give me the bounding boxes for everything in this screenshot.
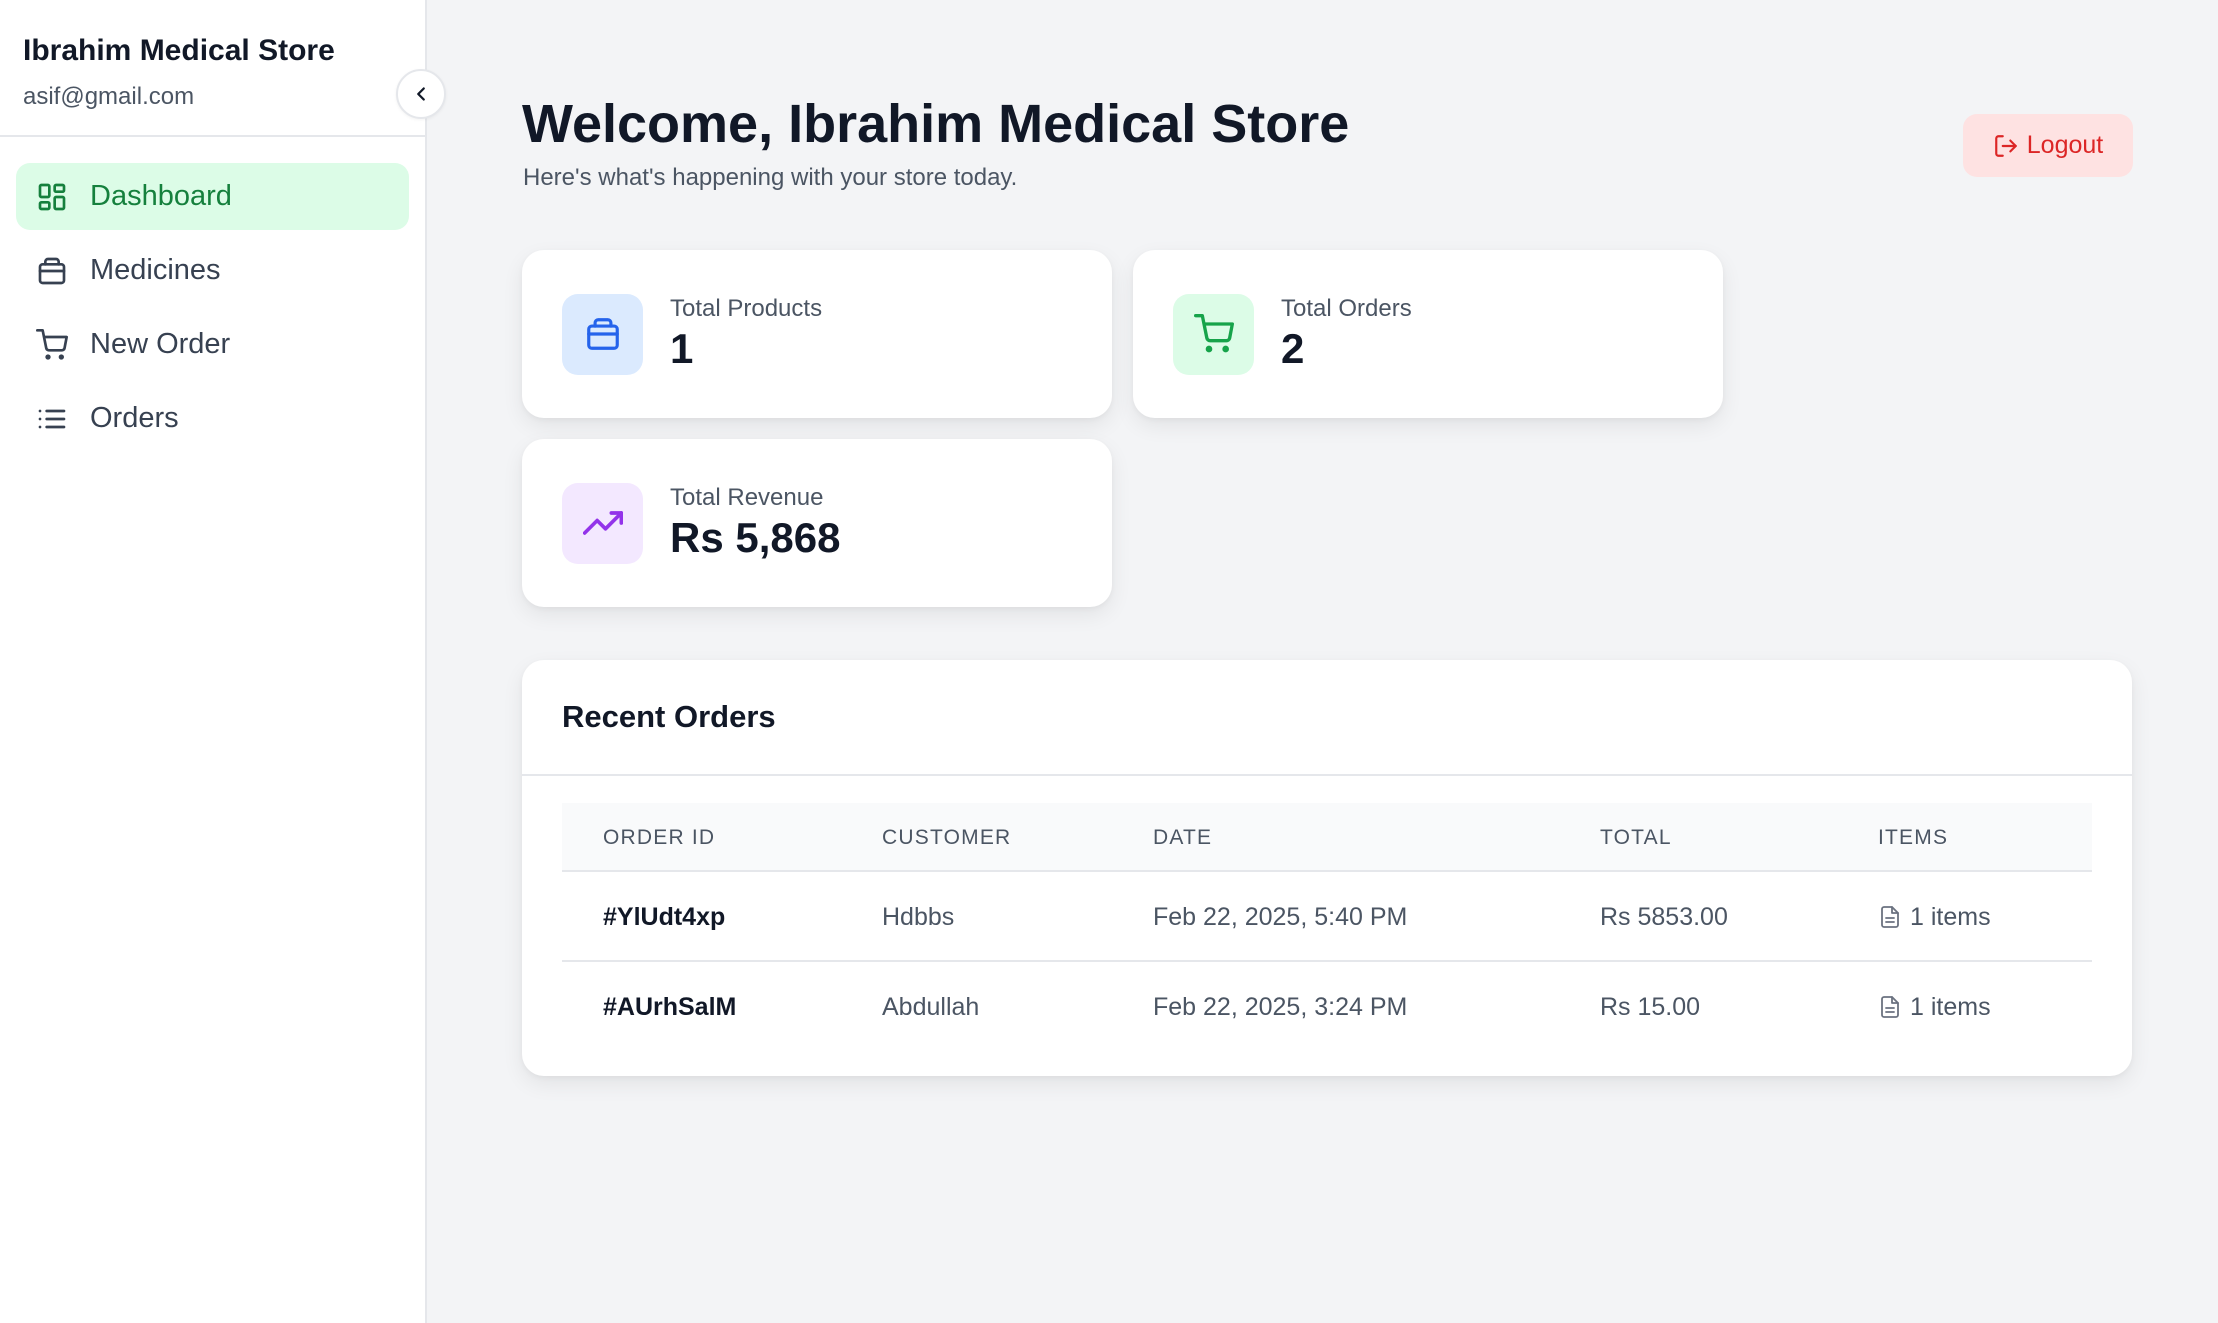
- recent-orders-card: Recent Orders ORDER ID CUSTOMER DATE TOT…: [522, 660, 2132, 1076]
- date-cell: Feb 22, 2025, 5:40 PM: [1153, 902, 1408, 931]
- recent-orders-title: Recent Orders: [522, 660, 2132, 776]
- stat-label: Total Products: [670, 295, 823, 322]
- customer-cell: Hdbbs: [882, 902, 955, 931]
- stat-label: Total Orders: [1281, 295, 1412, 322]
- column-header-customer: CUSTOMER: [882, 825, 1012, 849]
- items-cell: 1 items: [1878, 962, 1991, 1052]
- file-text-icon: [1878, 994, 1902, 1020]
- table-header: ORDER ID CUSTOMER DATE TOTAL ITEMS: [562, 803, 2092, 872]
- column-header-order-id: ORDER ID: [603, 825, 716, 849]
- orders-table: ORDER ID CUSTOMER DATE TOTAL ITEMS #YlUd…: [562, 803, 2092, 1052]
- table-row[interactable]: #AUrhSalM Abdullah Feb 22, 2025, 3:24 PM…: [562, 962, 2092, 1052]
- package-icon: [36, 255, 68, 287]
- cart-icon: [1193, 314, 1234, 353]
- sidebar-item-label: Orders: [90, 402, 179, 434]
- dashboard-grid-icon: [36, 181, 68, 213]
- total-cell: Rs 5853.00: [1600, 902, 1728, 931]
- file-text-icon: [1878, 904, 1902, 930]
- sidebar-item-label: Medicines: [90, 254, 221, 286]
- customer-cell: Abdullah: [882, 992, 980, 1021]
- order-id-cell: #YlUdt4xp: [603, 902, 726, 931]
- sidebar-header: Ibrahim Medical Store asif@gmail.com: [0, 0, 446, 137]
- stat-card-total-products: Total Products 1: [522, 250, 1112, 418]
- store-email: asif@gmail.com: [23, 83, 195, 110]
- logout-icon: [1994, 134, 2017, 157]
- stat-icon-container: [562, 293, 643, 375]
- items-count: 1 items: [1910, 992, 1991, 1021]
- sidebar-item-label: Dashboard: [90, 180, 232, 212]
- trending-up-icon: [582, 511, 623, 535]
- sidebar-item-new-order[interactable]: New Order: [16, 311, 409, 378]
- order-id-cell: #AUrhSalM: [603, 992, 737, 1021]
- cart-icon: [36, 328, 68, 361]
- logout-button[interactable]: Logout: [1963, 114, 2133, 177]
- sidebar: Ibrahim Medical Store asif@gmail.com Das…: [0, 0, 446, 1323]
- column-header-items: ITEMS: [1878, 825, 1949, 849]
- stat-card-total-orders: Total Orders 2: [1133, 250, 1723, 418]
- sidebar-item-medicines[interactable]: Medicines: [16, 237, 409, 304]
- items-count: 1 items: [1910, 902, 1991, 931]
- collapse-sidebar-button[interactable]: [396, 69, 446, 119]
- sidebar-item-orders[interactable]: Orders: [16, 385, 409, 452]
- stat-card-total-revenue: Total Revenue Rs 5,868: [522, 439, 1112, 607]
- main-content: Welcome, Ibrahim Medical Store Here's wh…: [427, 0, 2218, 1323]
- column-header-total: TOTAL: [1600, 825, 1672, 849]
- chevron-left-icon: [417, 87, 425, 101]
- stat-value: 2: [1281, 325, 1305, 372]
- total-cell: Rs 15.00: [1600, 992, 1701, 1021]
- page-subtitle: Here's what's happening with your store …: [523, 164, 1018, 191]
- items-cell: 1 items: [1878, 872, 1991, 962]
- table-row[interactable]: #YlUdt4xp Hdbbs Feb 22, 2025, 5:40 PM Rs…: [562, 872, 2092, 962]
- stat-icon-container: [562, 482, 643, 564]
- logout-label: Logout: [2026, 131, 2104, 159]
- stat-value: Rs 5,868: [670, 514, 841, 561]
- sidebar-item-label: New Order: [90, 328, 231, 360]
- stat-label: Total Revenue: [670, 484, 824, 511]
- stat-value: 1: [670, 325, 694, 372]
- page-title: Welcome, Ibrahim Medical Store: [522, 94, 1350, 154]
- store-name: Ibrahim Medical Store: [23, 34, 335, 67]
- stat-icon-container: [1173, 293, 1254, 375]
- list-icon: [36, 403, 68, 435]
- sidebar-nav: Dashboard Medicines New Order Orders: [0, 137, 425, 452]
- column-header-date: DATE: [1153, 825, 1213, 849]
- date-cell: Feb 22, 2025, 3:24 PM: [1153, 992, 1408, 1021]
- package-icon: [586, 318, 619, 350]
- sidebar-item-dashboard[interactable]: Dashboard: [16, 163, 409, 230]
